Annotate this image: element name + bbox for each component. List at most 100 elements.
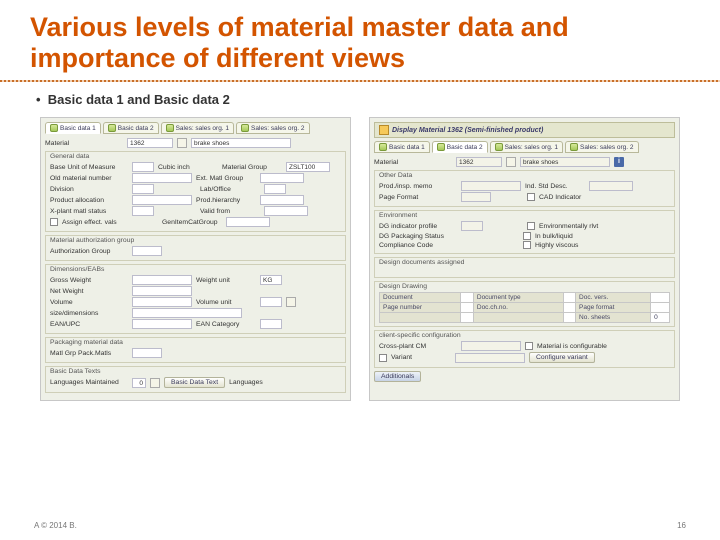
- envrel-checkbox: [527, 222, 535, 230]
- section-dimensions: Dimensions/EABs Gross WeightWeight unitK…: [45, 264, 346, 334]
- tab-sales-org-1[interactable]: Sales: sales org. 1: [161, 122, 234, 134]
- extmat-input[interactable]: [260, 173, 304, 183]
- panel-basic-data-2: Display Material 1362 (Semi-finished pro…: [369, 117, 680, 401]
- section-basic-data-texts: Basic Data Texts Languages Maintained 0 …: [45, 366, 346, 393]
- page-label: Page Format: [379, 194, 457, 201]
- xplant-label: X-plant matl status: [50, 208, 128, 215]
- search-help-icon[interactable]: [286, 297, 296, 307]
- td-docver: [651, 293, 670, 303]
- prodhier-input[interactable]: [260, 195, 304, 205]
- oldmat-input[interactable]: [132, 173, 192, 183]
- size-input[interactable]: [132, 308, 242, 318]
- crossplant-input: [461, 341, 521, 351]
- tab-icon: [495, 143, 503, 151]
- additionals-button[interactable]: Additionals: [374, 371, 421, 382]
- tab-basic-data-2[interactable]: Basic data 2: [432, 141, 488, 153]
- matconf-label: Material is configurable: [537, 343, 627, 350]
- drawing-table: Document Document type Doc. vers. Page n…: [379, 292, 670, 323]
- division-input[interactable]: [132, 184, 154, 194]
- td-pagefmt: [651, 303, 670, 313]
- tab-icon: [437, 143, 445, 151]
- net-input[interactable]: [132, 286, 192, 296]
- th-pagenum: Page number: [380, 303, 461, 313]
- material-input: 1362: [456, 157, 502, 167]
- extmat-label: Ext. Matl Group: [196, 175, 256, 182]
- lang-input[interactable]: 0: [132, 378, 146, 388]
- matgrp-label: Material Group: [222, 164, 282, 171]
- authgrp-input[interactable]: [132, 246, 162, 256]
- tab-icon: [570, 143, 578, 151]
- basic-data-text-button[interactable]: Basic Data Text: [164, 377, 225, 388]
- cad-label: CAD Indicator: [539, 194, 599, 201]
- section-environment: Environment DG indicator profileEnvironm…: [374, 210, 675, 254]
- section-title: Dimensions/EABs: [50, 266, 341, 273]
- search-help-icon[interactable]: [506, 157, 516, 167]
- ean-input[interactable]: [132, 319, 192, 329]
- tab-basic-data-1[interactable]: Basic data 1: [374, 141, 430, 153]
- oldmat-label: Old material number: [50, 175, 128, 182]
- size-label: size/dimensions: [50, 310, 128, 317]
- authgrp-label: Authorization Group: [50, 248, 128, 255]
- th-doctype: Document type: [473, 293, 563, 303]
- section-packaging: Packaging material data Matl Grp Pack.Ma…: [45, 337, 346, 363]
- slide-title: Various levels of material master data a…: [30, 12, 690, 74]
- vol-input[interactable]: [132, 297, 192, 307]
- tab-sales-org-2[interactable]: Sales: sales org. 2: [236, 122, 309, 134]
- uom-input[interactable]: [132, 162, 154, 172]
- tab-basic-data-2[interactable]: Basic data 2: [103, 122, 159, 134]
- wunit-input[interactable]: KG: [260, 275, 282, 285]
- search-help-icon[interactable]: [177, 138, 187, 148]
- uom-label: Base Unit of Measure: [50, 164, 128, 171]
- vunit-input[interactable]: [260, 297, 282, 307]
- section-general-data: General data Base Unit of MeasureCubic i…: [45, 151, 346, 232]
- stor-label: Prod./insp. memo: [379, 183, 457, 190]
- tab-basic-data-1[interactable]: Basic data 1: [45, 122, 101, 134]
- stor-input: [461, 181, 521, 191]
- info-icon[interactable]: i: [614, 157, 624, 167]
- section-title: Design Drawing: [379, 283, 670, 290]
- lab-input[interactable]: [264, 184, 286, 194]
- prodhier-label: Prod.hierarchy: [196, 197, 256, 204]
- eancat-label: EAN Category: [196, 321, 256, 328]
- section-other-data: Other Data Prod./insp. memo Ind. Std Desc…: [374, 170, 675, 207]
- configure-variant-button[interactable]: Configure variant: [529, 352, 595, 363]
- page-input: [461, 192, 491, 202]
- valid-input[interactable]: [264, 206, 308, 216]
- matgrp2-input[interactable]: [132, 348, 162, 358]
- eancat-input[interactable]: [260, 319, 282, 329]
- bulk-label: In bulk/liquid: [535, 233, 605, 240]
- tab-icon: [50, 124, 58, 132]
- net-label: Net Weight: [50, 288, 128, 295]
- th-docch: Doc.ch.no.: [473, 303, 563, 313]
- gross-label: Gross Weight: [50, 277, 128, 284]
- section-title: Design documents assigned: [379, 259, 670, 266]
- tab-icon: [166, 124, 174, 132]
- text-icon[interactable]: [150, 378, 160, 388]
- gross-input[interactable]: [132, 275, 192, 285]
- genitem-label: GenItemCatGroup: [162, 219, 222, 226]
- stor2-label: Ind. Std Desc.: [525, 183, 585, 190]
- tab-sales-org-1[interactable]: Sales: sales org. 1: [490, 141, 563, 153]
- section-title: Other Data: [379, 172, 670, 179]
- section-client-config: client-specific configuration Cross-plan…: [374, 330, 675, 368]
- td-document: [461, 293, 473, 303]
- matgrp-input[interactable]: ZSLT100: [286, 162, 330, 172]
- material-label: Material: [45, 140, 123, 147]
- xplant-input[interactable]: [132, 206, 154, 216]
- tab-icon: [108, 124, 116, 132]
- material-desc-input[interactable]: brake shoes: [191, 138, 291, 148]
- window-title-right: Display Material 1362 (Semi-finished pro…: [374, 122, 675, 138]
- tab-sales-org-2[interactable]: Sales: sales org. 2: [565, 141, 638, 153]
- material-label: Material: [374, 159, 452, 166]
- genitem-input[interactable]: [226, 217, 270, 227]
- material-input[interactable]: 1362: [127, 138, 173, 148]
- section-title: client-specific configuration: [379, 332, 670, 339]
- prodalloc-input[interactable]: [132, 195, 192, 205]
- assign-checkbox[interactable]: [50, 218, 58, 226]
- dgind-label: DG indicator profile: [379, 223, 457, 230]
- valid-label: Valid from: [200, 208, 260, 215]
- td-doctype: [563, 293, 575, 303]
- vunit-label: Volume unit: [196, 299, 256, 306]
- variant-label: Variant: [391, 354, 451, 361]
- section-title: Basic Data Texts: [50, 368, 341, 375]
